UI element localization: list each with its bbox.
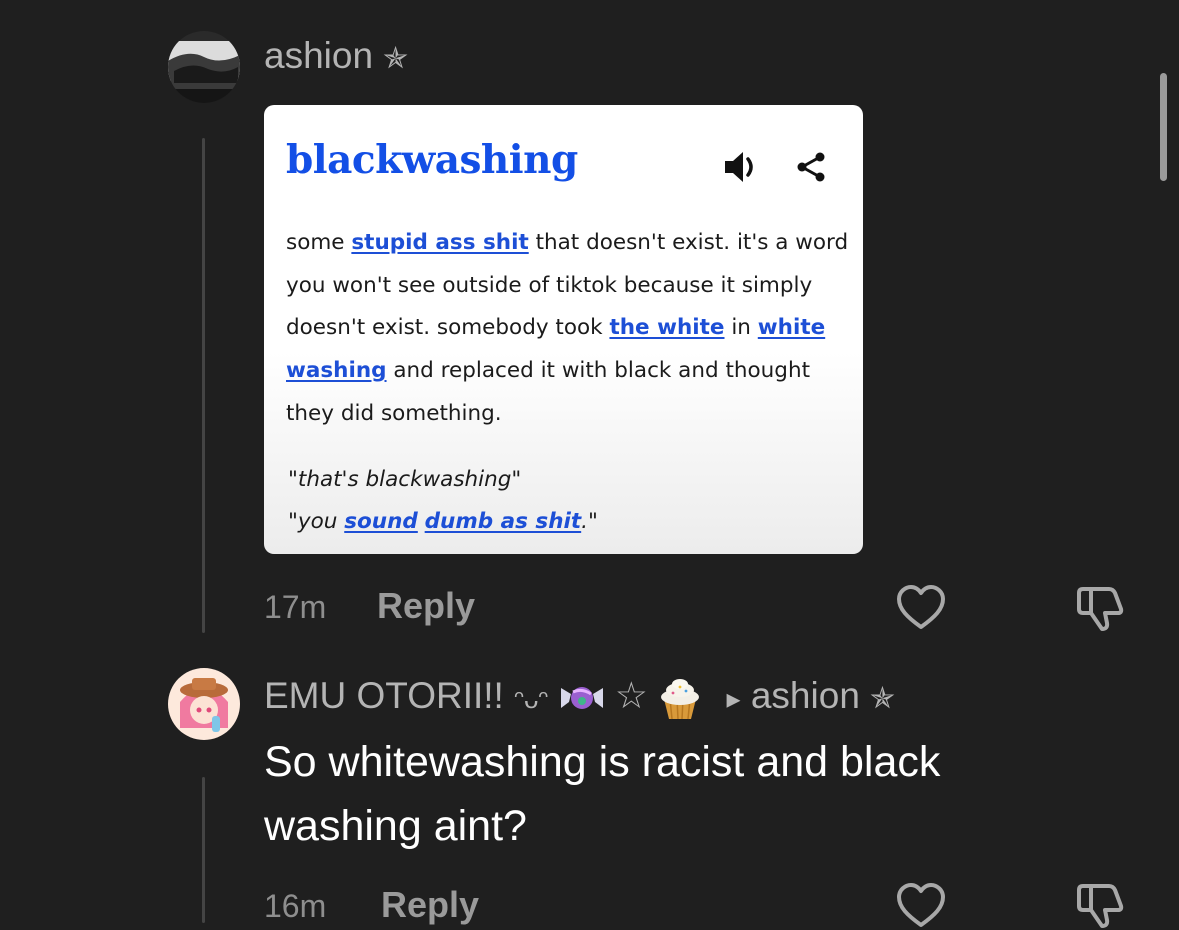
emoticon-text: ᵔᴗᵔ: [514, 684, 549, 714]
username-emu-otori[interactable]: EMU OTORII!! ᵔᴗᵔ ☆ ▸ ashion ✯: [264, 674, 895, 721]
pentagram-icon: ✯: [383, 42, 409, 75]
definition-part: some: [286, 230, 352, 255]
pentagram-icon: ✯: [869, 682, 896, 715]
reply-button[interactable]: Reply: [377, 585, 475, 627]
definition-link: stupid ass shit: [351, 230, 529, 255]
urban-dictionary-card[interactable]: blackwashing some stupid ass shit that d…: [264, 105, 863, 554]
example-line-2: "you sound dumb as shit.": [288, 501, 848, 543]
thread-line: [202, 777, 205, 923]
reply-arrow-icon: ▸: [726, 683, 741, 714]
username-ashion[interactable]: ashion ✯: [264, 35, 408, 77]
like-heart-icon[interactable]: [895, 584, 947, 632]
definition-part: in: [724, 315, 758, 341]
definition-example: "that's blackwashing" "you sound dumb as…: [288, 459, 848, 543]
cupcake-emoji: [661, 679, 700, 720]
example-link: dumb as shit: [424, 509, 582, 534]
dislike-thumb-icon[interactable]: [1075, 585, 1129, 633]
thread-line: [202, 138, 205, 633]
example-line-1: "that's blackwashing": [288, 467, 522, 492]
comment-timestamp: 17m: [264, 589, 327, 625]
definition-text: some stupid ass shit that doesn't exist.…: [286, 222, 851, 436]
scrollbar[interactable]: [1160, 73, 1167, 181]
comment-body: So whitewashing is racist and black wash…: [264, 738, 941, 850]
candy-emoji: [560, 687, 603, 710]
username-text[interactable]: EMU OTORII!!: [264, 675, 504, 716]
avatar-emu-otori[interactable]: [168, 668, 240, 740]
speaker-icon: [725, 152, 753, 182]
avatar-ashion[interactable]: [168, 31, 240, 103]
comment-timestamp: 16m: [264, 888, 327, 924]
example-link: sound: [344, 509, 418, 534]
star-icon: ☆: [614, 675, 648, 716]
example-part: "you: [288, 509, 345, 534]
username-text[interactable]: ashion: [264, 35, 373, 76]
reply-to-username[interactable]: ashion: [751, 675, 860, 716]
definition-word: blackwashing: [286, 137, 578, 183]
definition-link: the white: [609, 315, 725, 341]
example-part: .": [581, 509, 598, 534]
share-icon: [797, 152, 825, 182]
reply-button[interactable]: Reply: [381, 884, 479, 926]
